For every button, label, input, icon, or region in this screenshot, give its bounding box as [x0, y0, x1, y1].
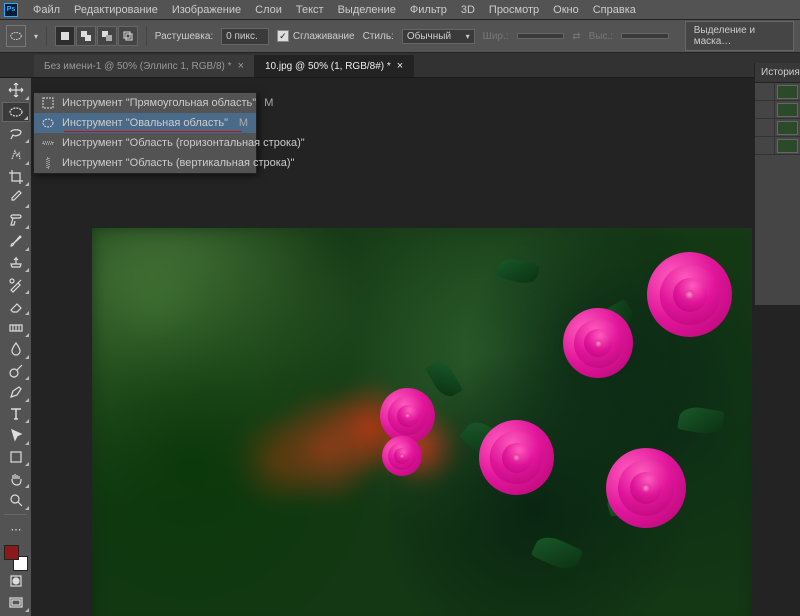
swap-wh-icon: ⇄	[572, 31, 580, 42]
width-label: Шир.:	[483, 31, 509, 42]
healing-brush-tool[interactable]	[2, 210, 30, 231]
menu-view[interactable]: Просмотр	[482, 2, 546, 18]
history-state[interactable]	[755, 137, 800, 155]
feather-label: Растушевка:	[155, 31, 213, 42]
rect-marquee-icon	[42, 96, 54, 110]
menu-window[interactable]: Окно	[546, 2, 586, 18]
document-canvas[interactable]	[92, 228, 752, 616]
menu-filter[interactable]: Фильтр	[403, 2, 454, 18]
antialias-label: Сглаживание	[293, 31, 355, 42]
document-tabs: Без имени-1 @ 50% (Эллипс 1, RGB/8) *× 1…	[0, 53, 800, 78]
move-tool[interactable]	[2, 80, 30, 101]
shape-tool[interactable]	[2, 447, 30, 468]
image-rose	[382, 436, 422, 476]
antialias-checkbox[interactable]: ✓ Сглаживание	[277, 30, 355, 42]
menu-help[interactable]: Справка	[586, 2, 643, 18]
clone-stamp-tool[interactable]	[2, 253, 30, 274]
col-marquee-icon	[42, 156, 54, 170]
selection-subtract-button[interactable]	[97, 26, 117, 46]
flyout-rect-marquee[interactable]: Инструмент "Прямоугольная область"M	[34, 93, 256, 113]
width-input	[517, 33, 565, 39]
toolbox: ⋯	[0, 78, 32, 616]
menu-layer[interactable]: Слои	[248, 2, 289, 18]
selection-add-button[interactable]	[76, 26, 96, 46]
image-rose	[647, 252, 732, 337]
history-state[interactable]	[755, 83, 800, 101]
crop-tool[interactable]	[2, 167, 30, 188]
selection-intersect-button[interactable]	[118, 26, 138, 46]
edit-toolbar[interactable]: ⋯	[2, 519, 30, 540]
lasso-tool[interactable]	[2, 123, 30, 144]
history-state[interactable]	[755, 119, 800, 137]
image-rose	[606, 448, 686, 528]
eyedropper-tool[interactable]	[2, 188, 30, 209]
style-label: Стиль:	[363, 31, 394, 42]
history-panel-title[interactable]: История	[755, 63, 800, 83]
tab-doc-1[interactable]: Без имени-1 @ 50% (Эллипс 1, RGB/8) *×	[34, 55, 255, 77]
menu-edit[interactable]: Редактирование	[67, 2, 165, 18]
close-icon[interactable]: ×	[397, 60, 403, 72]
flyout-col-marquee[interactable]: Инструмент "Область (вертикальная строка…	[34, 153, 256, 173]
feather-input[interactable]: 0 пикс.	[221, 28, 269, 45]
history-brush-tool[interactable]	[2, 274, 30, 295]
dodge-tool[interactable]	[2, 361, 30, 382]
chevron-down-icon: ▾	[466, 32, 470, 41]
menu-bar: Ps Файл Редактирование Изображение Слои …	[0, 0, 800, 20]
ellipse-marquee-icon	[42, 116, 54, 130]
screen-mode-toggle[interactable]	[2, 593, 30, 614]
current-tool-indicator[interactable]	[6, 25, 26, 47]
separator	[46, 26, 47, 46]
style-select[interactable]: Обычный▾	[402, 29, 475, 44]
height-input	[621, 33, 669, 39]
check-icon: ✓	[277, 30, 289, 42]
flyout-ellipse-marquee[interactable]: Инструмент "Овальная область"M	[34, 113, 256, 133]
history-panel: История	[754, 63, 800, 305]
tab-doc-2[interactable]: 10.jpg @ 50% (1, RGB/8#) *×	[255, 55, 414, 77]
menu-3d[interactable]: 3D	[454, 2, 482, 18]
marquee-flyout-menu: Инструмент "Прямоугольная область"M Инст…	[33, 92, 257, 174]
history-state[interactable]	[755, 101, 800, 119]
ps-logo-icon: Ps	[4, 3, 18, 17]
image-rose	[479, 420, 554, 495]
options-bar: ▾ Растушевка: 0 пикс. ✓ Сглаживание Стил…	[0, 20, 800, 53]
hand-tool[interactable]	[2, 468, 30, 489]
pen-tool[interactable]	[2, 382, 30, 403]
foreground-color[interactable]	[4, 545, 19, 560]
selection-new-button[interactable]	[55, 26, 75, 46]
zoom-tool[interactable]	[2, 490, 30, 511]
row-marquee-icon	[42, 136, 54, 150]
path-select-tool[interactable]	[2, 425, 30, 446]
gradient-tool[interactable]	[2, 317, 30, 338]
eraser-tool[interactable]	[2, 296, 30, 317]
menu-select[interactable]: Выделение	[331, 2, 403, 18]
menu-image[interactable]: Изображение	[165, 2, 248, 18]
image-rose	[563, 308, 633, 378]
image-rose	[380, 388, 435, 443]
quick-mask-toggle[interactable]	[2, 571, 30, 592]
blur-tool[interactable]	[2, 339, 30, 360]
separator	[146, 26, 147, 46]
color-swatches[interactable]	[2, 545, 30, 571]
menu-file[interactable]: Файл	[26, 2, 67, 18]
marquee-tool[interactable]	[2, 102, 30, 123]
type-tool[interactable]	[2, 404, 30, 425]
separator	[4, 514, 27, 518]
close-icon[interactable]: ×	[238, 60, 244, 72]
select-and-mask-button[interactable]: Выделение и маска…	[685, 21, 794, 51]
flyout-row-marquee[interactable]: Инструмент "Область (горизонтальная стро…	[34, 133, 256, 153]
menu-type[interactable]: Текст	[289, 2, 331, 18]
chevron-down-icon[interactable]: ▾	[34, 32, 38, 41]
height-label: Выс.:	[589, 31, 613, 42]
quick-select-tool[interactable]	[2, 145, 30, 166]
brush-tool[interactable]	[2, 231, 30, 252]
